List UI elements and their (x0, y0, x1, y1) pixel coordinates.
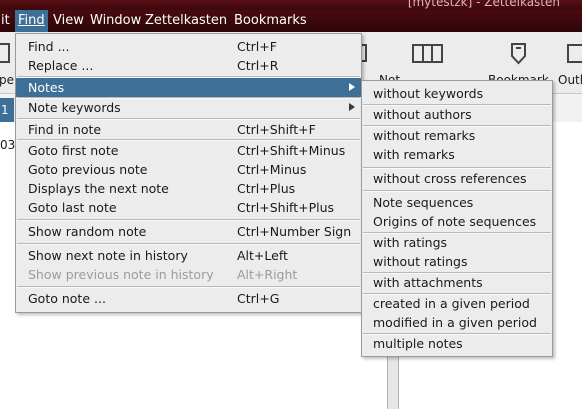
menu-find-label: Find (18, 13, 45, 28)
menu-bookmarks[interactable]: Bookmarks (231, 10, 310, 32)
bookmark-toolbar-icon[interactable] (509, 42, 529, 66)
submenu-item-label: multiple notes (373, 336, 463, 351)
menu-item-label: Displays the next note (28, 181, 169, 196)
notes-submenu: without keywords without authors without… (361, 80, 553, 357)
columns-toolbar-icon[interactable] (411, 43, 445, 65)
menu-edit[interactable]: it (0, 10, 13, 32)
submenu-item-without-remarks[interactable]: without remarks (362, 126, 552, 145)
submenu-item-label: with remarks (373, 147, 455, 162)
menu-item-label: Show next note in history (28, 248, 188, 263)
menu-item-previous-in-history: Show previous note in history Alt+Right (16, 265, 361, 284)
menu-item-find-in-note[interactable]: Find in note Ctrl+Shift+F (16, 120, 361, 139)
submenu-item-created-in-period[interactable]: created in a given period (362, 294, 552, 313)
submenu-item-with-attachments[interactable]: with attachments (362, 273, 552, 292)
menu-item-goto-last[interactable]: Goto last note Ctrl+Shift+Plus (16, 198, 361, 217)
menu-item-shortcut: Ctrl+G (237, 291, 280, 306)
submenu-item-label: without cross references (373, 171, 527, 186)
menu-item-label: Goto note ... (28, 291, 106, 306)
menu-item-shortcut: Ctrl+F (237, 39, 277, 54)
submenu-item-note-sequences[interactable]: Note sequences (362, 193, 552, 212)
menu-separator (17, 286, 360, 288)
submenu-item-multiple-notes[interactable]: multiple notes (362, 334, 552, 353)
submenu-item-with-ratings[interactable]: with ratings (362, 233, 552, 252)
menu-zettelkasten[interactable]: Zettelkasten (142, 10, 230, 32)
menu-item-label: Replace ... (28, 58, 94, 73)
menu-item-label: Show previous note in history (28, 267, 214, 282)
menu-item-goto-note[interactable]: Goto note ... Ctrl+G (16, 289, 361, 308)
menu-item-goto-previous[interactable]: Goto previous note Ctrl+Minus (16, 160, 361, 179)
menu-item-label: Note keywords (28, 100, 121, 115)
tab-number[interactable]: 1 (0, 98, 14, 122)
submenu-item-label: without keywords (373, 86, 484, 101)
menu-item-goto-first[interactable]: Goto first note Ctrl+Shift+Minus (16, 141, 361, 160)
menu-item-shortcut: Ctrl+Shift+F (237, 122, 316, 137)
menu-item-shortcut: Alt+Left (237, 248, 288, 263)
menu-item-next-in-history[interactable]: Show next note in history Alt+Left (16, 246, 361, 265)
submenu-item-label: Note sequences (373, 195, 474, 210)
menu-find[interactable]: Find (15, 10, 48, 32)
find-menu: Find ... Ctrl+F Replace ... Ctrl+R Notes… (15, 33, 362, 313)
submenu-item-label: modified in a given period (373, 315, 537, 330)
menu-separator (17, 219, 360, 221)
menu-item-find[interactable]: Find ... Ctrl+F (16, 37, 361, 56)
submenu-item-with-remarks[interactable]: with remarks (362, 145, 552, 164)
toolbar-left-icon[interactable] (0, 42, 12, 64)
menu-item-label: Show random note (28, 224, 147, 239)
menu-item-shortcut: Ctrl+R (237, 58, 279, 73)
submenu-arrow-icon (349, 83, 355, 91)
menu-item-label: Notes (28, 80, 65, 95)
menu-item-shortcut: Ctrl+Minus (237, 162, 307, 177)
submenu-item-label: created in a given period (373, 296, 530, 311)
menu-item-shortcut: Ctrl+Shift+Minus (237, 143, 346, 158)
submenu-item-label: without ratings (373, 254, 468, 269)
menu-separator (363, 190, 551, 192)
menu-item-shortcut: Ctrl+Plus (237, 181, 296, 196)
menu-item-shortcut: Alt+Right (237, 267, 298, 282)
menu-item-label: Find ... (28, 39, 70, 54)
title-bar: [mytestzk] - Zettelkasten (0, 0, 582, 10)
menu-view[interactable]: View (50, 10, 87, 32)
submenu-item-without-cross-references[interactable]: without cross references (362, 169, 552, 188)
note-number-text: 03 (0, 138, 16, 152)
submenu-item-modified-in-period[interactable]: modified in a given period (362, 313, 552, 332)
outline-toolbar-icon[interactable] (566, 43, 582, 65)
toolbar-label-outline: Outl (558, 73, 582, 87)
submenu-item-without-keywords[interactable]: without keywords (362, 84, 552, 103)
menu-window[interactable]: Window (87, 10, 144, 32)
menu-item-shortcut: Ctrl+Number Sign (237, 224, 352, 239)
submenu-arrow-icon (349, 103, 355, 111)
submenu-item-label: with ratings (373, 235, 448, 250)
menu-item-replace[interactable]: Replace ... Ctrl+R (16, 56, 361, 75)
menu-item-next-note[interactable]: Displays the next note Ctrl+Plus (16, 179, 361, 198)
menu-bar: it Find View Window Zettelkasten Bookmar… (0, 10, 582, 32)
menu-item-random-note[interactable]: Show random note Ctrl+Number Sign (16, 222, 361, 241)
menu-item-note-keywords[interactable]: Note keywords (16, 98, 361, 117)
menu-item-notes[interactable]: Notes (16, 78, 361, 97)
menu-item-label: Find in note (28, 122, 102, 137)
menu-separator (17, 243, 360, 245)
submenu-item-without-authors[interactable]: without authors (362, 105, 552, 124)
submenu-item-label: without remarks (373, 128, 476, 143)
submenu-item-origins-of-sequences[interactable]: Origins of note sequences (362, 212, 552, 231)
menu-item-shortcut: Ctrl+Shift+Plus (237, 200, 335, 215)
submenu-item-without-ratings[interactable]: without ratings (362, 252, 552, 271)
submenu-item-label: without authors (373, 107, 472, 122)
window-title: [mytestzk] - Zettelkasten (407, 0, 560, 9)
submenu-item-label: with attachments (373, 275, 483, 290)
menu-item-label: Goto first note (28, 143, 119, 158)
toolbar-label-left: pe (0, 73, 14, 87)
submenu-item-label: Origins of note sequences (373, 214, 537, 229)
menu-item-label: Goto last note (28, 200, 117, 215)
menu-item-label: Goto previous note (28, 162, 148, 177)
